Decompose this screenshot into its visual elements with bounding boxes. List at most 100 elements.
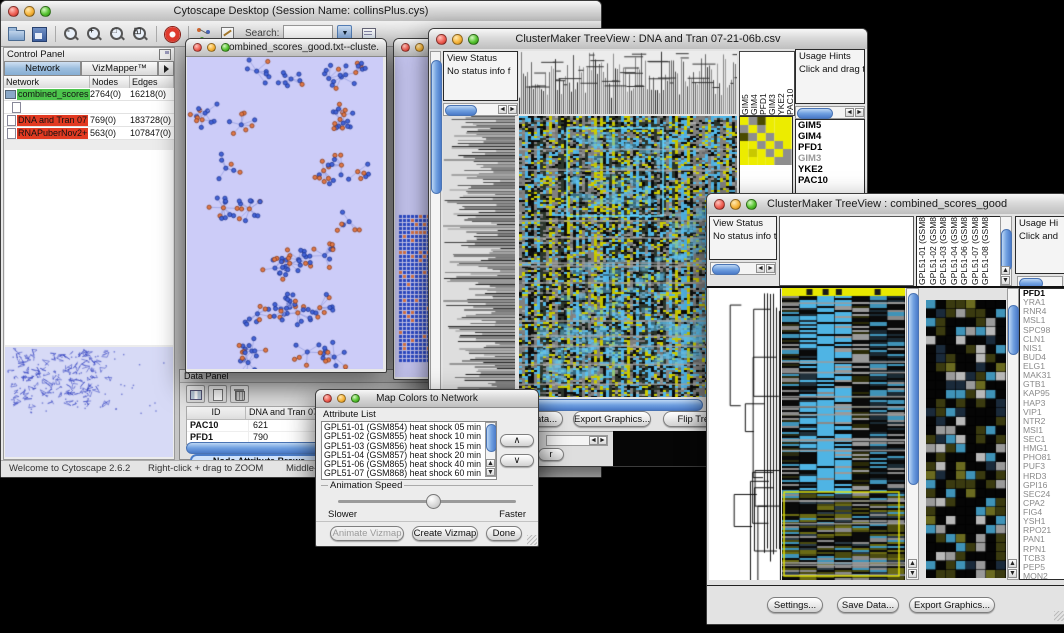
treeview2-main-scrollbar[interactable]: ▲ ▼ (906, 288, 919, 580)
minimize-button[interactable] (730, 199, 741, 210)
treeview2-status-scrollbar[interactable]: ◄ ► (710, 262, 776, 275)
treeview2-heatmap[interactable] (782, 288, 905, 580)
select-attributes-icon[interactable] (186, 385, 205, 403)
minimize-button[interactable] (207, 43, 216, 52)
zoom-in-icon[interactable]: + (85, 25, 104, 43)
scroll-down-arrow-icon[interactable]: ▼ (1001, 276, 1010, 285)
move-up-button[interactable]: ∧ (500, 434, 534, 447)
treeview1-heatmap[interactable] (519, 116, 737, 397)
minimize-button[interactable] (452, 34, 463, 45)
column-label[interactable]: GPL51-07 (GSM868) (970, 217, 981, 285)
open-folder-icon[interactable] (7, 25, 26, 43)
column-label[interactable]: YKE2 (776, 52, 785, 115)
column-header[interactable]: Network (4, 76, 90, 88)
close-button[interactable] (714, 199, 725, 210)
scroll-right-arrow-icon[interactable]: ► (855, 108, 864, 117)
toolbar-separator[interactable] (156, 26, 157, 42)
combined_sco[interactable]: combined_sco 2569(6) 13112(15) (4, 101, 174, 114)
zoom-button[interactable] (221, 43, 230, 52)
treeview1-bottom-scrollbar[interactable] (521, 399, 703, 411)
resize-grip[interactable] (526, 534, 538, 546)
resize-grip[interactable] (1053, 610, 1064, 622)
network-overview-thumbnail[interactable] (5, 347, 173, 457)
scroll-right-arrow-icon[interactable]: ► (508, 105, 517, 114)
zoom-selected-icon[interactable]: □ (108, 25, 127, 43)
scroll-thumb[interactable] (486, 424, 497, 452)
GIM3[interactable]: GIM3 (796, 153, 864, 164)
close-button[interactable] (193, 43, 202, 52)
column-label[interactable]: PFD1 (758, 52, 767, 115)
scroll-thumb[interactable] (797, 108, 833, 119)
zoom-button[interactable] (468, 34, 479, 45)
treeview2-button[interactable]: Save Data... (837, 597, 899, 613)
treeview1-usage-scrollbar[interactable]: ◄ ► (795, 106, 865, 119)
PFD1[interactable]: PFD1 (796, 142, 864, 153)
dialog-button[interactable]: Done (486, 526, 522, 541)
column-label[interactable]: GPL51-08 (GSM872) (980, 217, 991, 285)
footer-mini-scrollbar[interactable]: ◄ ► (546, 435, 608, 446)
gene-label[interactable]: MON2 (1020, 572, 1064, 580)
more-tabs-arrow-icon[interactable] (158, 61, 174, 76)
move-down-button[interactable]: ∨ (500, 454, 534, 467)
column-label[interactable]: GIM4 (749, 52, 758, 115)
column-label[interactable]: GPL51-03 (GSM856) (938, 217, 949, 285)
footer-partial-button[interactable]: r (538, 448, 564, 461)
scroll-right-arrow-icon[interactable]: ► (766, 264, 775, 273)
column-label[interactable]: GIM5 (740, 52, 749, 115)
treeview2-button[interactable]: Export Graphics... (909, 597, 995, 613)
treeview2-titlebar[interactable]: ClusterMaker TreeView : combined_scores_… (707, 194, 1064, 215)
treeview1-titlebar[interactable]: ClusterMaker TreeView : DNA and Tran 07-… (429, 29, 867, 50)
column-label[interactable]: PAC10 (785, 52, 794, 115)
PAC10[interactable]: PAC10 (796, 175, 864, 186)
column-header[interactable]: Nodes (90, 76, 130, 88)
minimize-button[interactable] (24, 6, 35, 17)
combined_scores[interactable]: combined_scores 2764(0) 16218(0) (4, 88, 174, 101)
attribute-list-item[interactable]: GPL51-07 (GSM868) heat shock 60 min (322, 469, 496, 478)
tab[interactable]: Network (4, 61, 81, 76)
treeview2-button[interactable]: Settings... (767, 597, 823, 613)
minimize-button[interactable] (415, 43, 424, 52)
scroll-left-arrow-icon[interactable]: ◄ (498, 105, 507, 114)
scroll-down-arrow-icon[interactable]: ▼ (486, 468, 495, 476)
GIM4[interactable]: GIM4 (796, 131, 864, 142)
treeview1-status-scrollbar[interactable]: ◄ ► (443, 103, 518, 116)
network-canvas[interactable] (187, 57, 383, 369)
animation-speed-slider[interactable] (338, 500, 516, 503)
column-header[interactable]: Edges (130, 76, 174, 88)
scroll-right-arrow-icon[interactable]: ► (598, 436, 607, 445)
close-button[interactable] (323, 394, 332, 403)
id-column-header[interactable]: ID (187, 407, 246, 419)
delete-attribute-icon[interactable] (230, 385, 249, 403)
attribute-list-scrollbar[interactable]: ▲ ▼ (485, 422, 496, 477)
float-panel-icon[interactable] (159, 49, 171, 60)
minimize-button[interactable] (337, 394, 346, 403)
treeview2-gene-dendrogram[interactable] (709, 288, 781, 580)
treeview2-secondary-heatmap[interactable] (926, 300, 1006, 578)
column-label[interactable]: GPL51-01 (GSM854) (917, 217, 928, 285)
scroll-thumb[interactable] (712, 264, 740, 275)
close-button[interactable] (436, 34, 447, 45)
zoom-out-icon[interactable]: - (62, 25, 81, 43)
column-label[interactable]: GPL51-06 (GSM865) (959, 217, 970, 285)
zoom-button[interactable] (746, 199, 757, 210)
scroll-up-arrow-icon[interactable]: ▲ (1008, 559, 1017, 568)
scroll-thumb[interactable] (1001, 229, 1012, 271)
slider-thumb[interactable] (426, 494, 441, 509)
treeview1-button[interactable]: Export Graphics... (573, 411, 651, 427)
save-icon[interactable] (30, 25, 49, 43)
scroll-down-arrow-icon[interactable]: ▼ (908, 569, 917, 578)
scroll-up-arrow-icon[interactable]: ▲ (1001, 266, 1010, 275)
dialog-button[interactable]: Create Vizmap (412, 526, 478, 541)
YKE2[interactable]: YKE2 (796, 164, 864, 175)
treeview1-column-dendrogram[interactable] (519, 51, 737, 114)
map-colors-titlebar[interactable]: Map Colors to Network (316, 390, 538, 408)
treeview2-labels-scrollbar[interactable]: ▲ ▼ (1000, 216, 1012, 286)
RNAPuberNov2+[interactable]: RNAPuberNov2+ 563(0) 107847(0) (4, 127, 174, 140)
scroll-left-arrow-icon[interactable]: ◄ (589, 436, 598, 445)
treeview1-summary-heatmap[interactable] (740, 117, 792, 165)
scroll-left-arrow-icon[interactable]: ◄ (845, 108, 854, 117)
toolbar-separator[interactable] (55, 26, 56, 42)
close-button[interactable] (8, 6, 19, 17)
DNA and Tran 07[interactable]: DNA and Tran 07 769(0) 183728(0) (4, 114, 174, 127)
dialog-button[interactable]: Animate Vizmap (330, 526, 404, 541)
